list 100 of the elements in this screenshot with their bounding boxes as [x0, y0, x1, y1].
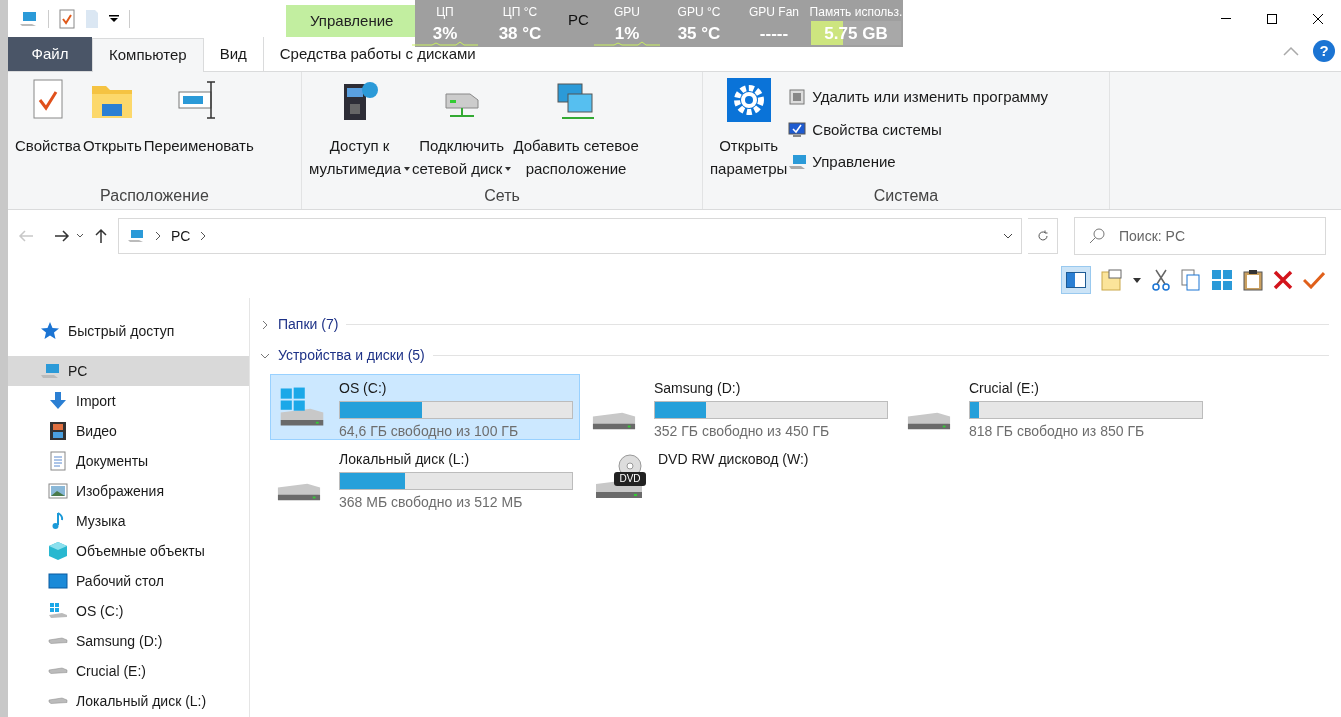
- drive-tile[interactable]: DVD DVD RW дисковод (W:): [585, 445, 895, 511]
- hard-drive-icon: [907, 411, 951, 431]
- ribbon-button[interactable]: Свойства: [14, 78, 82, 157]
- chevron-icon[interactable]: [200, 231, 207, 241]
- navigation-item[interactable]: Crucial (E:): [8, 656, 249, 686]
- drive-name: OS (C:): [339, 379, 388, 398]
- properties-icon[interactable]: [59, 8, 75, 29]
- ribbon-tab[interactable]: Компьютер: [92, 38, 204, 72]
- ribbon-button[interactable]: Подключить сетевой диск: [411, 78, 513, 180]
- forward-icon[interactable]: [54, 229, 70, 243]
- section-header[interactable]: Папки (7): [260, 314, 339, 335]
- scissors-icon[interactable]: [1151, 269, 1171, 291]
- ribbon-tab[interactable]: Вид: [203, 37, 263, 71]
- refresh-icon: [1036, 230, 1049, 242]
- up-icon[interactable]: [94, 228, 108, 244]
- help-button[interactable]: ?: [1313, 40, 1335, 62]
- navigation-item[interactable]: Видео: [8, 416, 249, 446]
- group-label: Расположение: [99, 186, 210, 206]
- monitor-check-icon: [788, 120, 807, 139]
- windows-drive-icon: [48, 601, 68, 621]
- sparkline: [412, 40, 478, 46]
- cube-icon: [48, 541, 68, 561]
- film-strip-icon: [48, 421, 68, 441]
- navigation-item[interactable]: Локальный диск (L:): [8, 686, 249, 716]
- computer-icon[interactable]: [18, 9, 38, 28]
- chevron-icon[interactable]: [155, 231, 161, 241]
- ribbon-command[interactable]: Удалить или изменить программу: [788, 86, 1049, 109]
- drive-tile[interactable]: Локальный диск (L:) 368 МБ свободно из 512 МБ: [270, 445, 580, 511]
- monitor-label: GPU: [614, 4, 640, 21]
- delete-icon[interactable]: [1273, 270, 1293, 290]
- drive-name: Crucial (E:): [969, 379, 1040, 398]
- hard-drive-icon: [48, 667, 68, 675]
- collapsed-chevron-icon: [260, 319, 270, 330]
- clipboard-icon[interactable]: [1243, 269, 1263, 291]
- navigation-item[interactable]: Samsung (D:): [8, 626, 249, 656]
- monitor-value: 1%: [614, 23, 640, 45]
- copy-icon[interactable]: [1181, 269, 1201, 291]
- hard-drive-icon: [592, 411, 636, 431]
- navigation-item[interactable]: Рабочий стол: [8, 566, 249, 596]
- hard-drive-icon: [277, 482, 321, 502]
- navigation-item[interactable]: Быстрый доступ: [8, 316, 249, 346]
- monitor-value: -----: [759, 23, 789, 45]
- breadcrumb-item[interactable]: PC: [171, 225, 191, 247]
- ribbon-button[interactable]: Открыть: [81, 78, 143, 157]
- dropdown-icon[interactable]: [1133, 277, 1141, 283]
- monitor-label: Память использ.: [809, 4, 903, 21]
- free-space-text: 64,6 ГБ свободно из 100 ГБ: [339, 422, 520, 441]
- section-header[interactable]: Устройства и диски (5): [260, 345, 425, 366]
- drive-tile[interactable]: Samsung (D:) 352 ГБ свободно из 450 ГБ: [585, 374, 895, 440]
- search-field[interactable]: Поиск: PC: [1074, 217, 1326, 255]
- history-dropdown-icon[interactable]: [76, 233, 84, 239]
- dropdown-icon[interactable]: [1003, 233, 1013, 239]
- sparkline: [594, 40, 660, 46]
- drive-name: Samsung (D:): [654, 379, 742, 398]
- address-bar[interactable]: PC: [118, 218, 1022, 254]
- ribbon-button[interactable]: Доступ к мультимедиа: [308, 78, 412, 180]
- drive-tile[interactable]: Crucial (E:) 818 ГБ свободно из 850 ГБ: [900, 374, 1210, 440]
- navigation-item[interactable]: Музыка: [8, 506, 249, 536]
- close-icon: [1312, 12, 1324, 25]
- ribbon-button[interactable]: Открыть параметры: [709, 78, 789, 180]
- dropdown-icon[interactable]: [109, 13, 119, 24]
- ribbon-button[interactable]: Добавить сетевое расположение: [512, 78, 640, 180]
- navigation-item[interactable]: Документы: [8, 446, 249, 476]
- free-space-text: 368 МБ свободно из 512 МБ: [339, 493, 524, 512]
- navigation-item[interactable]: PC: [8, 356, 249, 386]
- computer-icon: [40, 361, 60, 381]
- monitor-label: ЦП: [436, 4, 454, 21]
- navigation-item[interactable]: Import: [8, 386, 249, 416]
- file-menu-tab[interactable]: Файл: [8, 37, 92, 71]
- program-box-icon: [788, 88, 807, 107]
- preview-pane-button[interactable]: [1061, 266, 1091, 294]
- drive-tile[interactable]: OS (C:) 64,6 ГБ свободно из 100 ГБ: [270, 374, 580, 440]
- free-space-text: 352 ГБ свободно из 450 ГБ: [654, 422, 831, 441]
- navigation-item[interactable]: OS (C:): [8, 596, 249, 626]
- star-icon: [40, 321, 60, 341]
- monitor-label: ЦП °C: [502, 4, 538, 21]
- dvd-label: DVD: [614, 472, 646, 486]
- search-icon: [1089, 228, 1105, 244]
- computer-icon: [127, 228, 145, 244]
- navigation-item[interactable]: Изображения: [8, 476, 249, 506]
- group-label: Система: [872, 186, 940, 206]
- document-icon: [48, 451, 68, 471]
- drive-name: DVD RW дисковод (W:): [658, 450, 810, 469]
- computer-icon: [788, 153, 807, 172]
- hard-drive-icon: [48, 637, 68, 645]
- ribbon-command[interactable]: Управление: [788, 151, 1049, 174]
- monitor-value: 35 °C: [677, 23, 721, 45]
- download-arrow-icon: [48, 391, 68, 411]
- landscape-picture-icon: [48, 481, 68, 501]
- desktop-screen-icon: [48, 571, 68, 591]
- checkmark-icon[interactable]: [1303, 271, 1325, 289]
- free-space-text: 818 ГБ свободно из 850 ГБ: [969, 422, 1146, 441]
- ribbon-button[interactable]: Переименовать: [142, 78, 255, 157]
- monitor-label: GPU Fan: [749, 4, 799, 21]
- hard-drive-icon: [48, 697, 68, 705]
- monitor-label: GPU °C: [677, 4, 721, 21]
- ribbon-command[interactable]: Свойства системы: [788, 118, 1049, 141]
- grid-icon[interactable]: [1211, 269, 1233, 291]
- navigation-item[interactable]: Объемные объекты: [8, 536, 249, 566]
- monitor-value: 5.75 GB: [824, 23, 888, 45]
